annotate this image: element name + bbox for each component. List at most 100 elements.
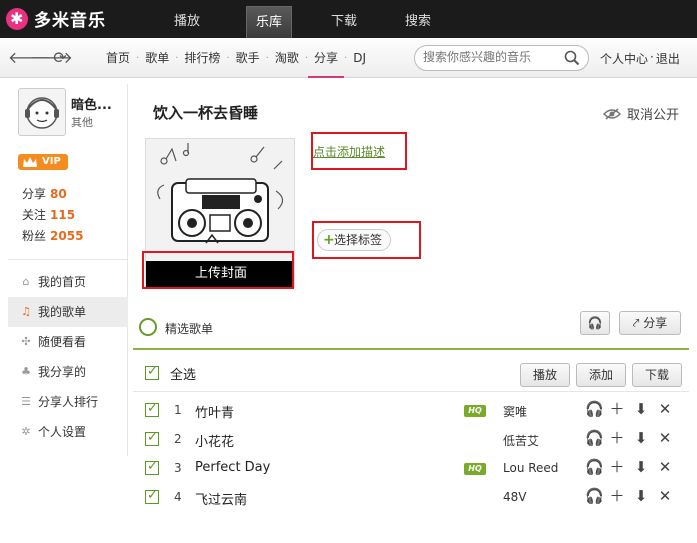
song-number: 3 [174, 461, 182, 475]
table-row[interactable]: 4 飞过云南 48V 🎧 ＋ ⬇ ✕ [133, 483, 689, 512]
song-title[interactable]: 飞过云南 [195, 489, 247, 508]
unpublic-button[interactable]: 取消公开 [602, 104, 679, 123]
sidebar-item-label: 分享人排行 [38, 395, 99, 409]
stat-label: 分享 [22, 187, 47, 201]
nav-link-share[interactable]: 分享 [308, 38, 345, 78]
logout-link[interactable]: 退出 [656, 50, 680, 67]
delete-icon[interactable]: ✕ [657, 429, 673, 447]
tab-play[interactable]: 播放 [160, 6, 214, 38]
song-artist[interactable]: Lou Reed [503, 461, 558, 475]
share-button[interactable]: ⤤ 分享 [619, 311, 681, 335]
song-title[interactable]: Perfect Day [195, 460, 270, 475]
tab-search[interactable]: 搜索 [394, 6, 442, 38]
add-icon[interactable]: ＋ [609, 429, 625, 447]
row-actions: 🎧 ＋ ⬇ ✕ [585, 429, 673, 447]
playlist-title[interactable]: 饮入一杯去昏睡 [153, 102, 258, 123]
sidebar-item-label: 个人设置 [38, 425, 87, 439]
row-checkbox[interactable] [145, 488, 159, 504]
avatar[interactable] [18, 88, 66, 136]
download-icon[interactable]: ⬇ [633, 487, 649, 505]
search-box [414, 45, 589, 71]
main-content: 饮入一杯去昏睡 取消公开 上传封面 点击添加描述 + 选择标签 精选歌单 🎧 ⤤… [133, 84, 689, 524]
sidebar-item-browse[interactable]: ✣ 随便看看 [8, 327, 128, 357]
download-icon[interactable]: ⬇ [633, 400, 649, 418]
crown-icon [23, 157, 37, 167]
download-icon[interactable]: ⬇ [633, 458, 649, 476]
shuffle-icon: ✣ [21, 335, 31, 348]
search-input[interactable] [423, 50, 563, 64]
sidebar-item-my-shares[interactable]: ♣ 我分享的 [8, 357, 128, 387]
download-icon[interactable]: ⬇ [633, 429, 649, 447]
stat-value: 80 [50, 187, 67, 201]
table-row[interactable]: 3 Perfect Day HQ Lou Reed 🎧 ＋ ⬇ ✕ [133, 454, 689, 483]
sidebar-item-home[interactable]: ⌂ 我的首页 [8, 267, 128, 297]
headphones-icon[interactable]: 🎧 [585, 487, 604, 505]
vip-badge: VIP [18, 154, 68, 170]
eye-slash-icon [602, 107, 621, 120]
tab-library[interactable]: 乐库 [246, 6, 292, 38]
nav-links: 首页 · 歌单 · 排行榜 · 歌手 · 淘歌 · 分享 · DJ [100, 38, 372, 78]
headphones-icon[interactable]: 🎧 [585, 429, 604, 447]
stat-fans[interactable]: 粉丝 2055 [22, 226, 83, 247]
arrow-right-icon[interactable]: 🡒 [30, 48, 73, 68]
delete-icon[interactable]: ✕ [657, 458, 673, 476]
table-row[interactable]: 1 竹叶青 HQ 窦唯 🎧 ＋ ⬇ ✕ [133, 396, 689, 425]
headphones-button[interactable]: 🎧 [580, 311, 610, 335]
left-sidebar: 暗色... 其他 VIP 分享 80 关注 115 粉丝 2055 ⌂ 我的首页 ♫ 我的… [8, 84, 128, 456]
add-button[interactable]: 添加 [576, 363, 626, 387]
user-center-link[interactable]: 个人中心 [600, 50, 648, 67]
side-menu: ⌂ 我的首页 ♫ 我的歌单 ✣ 随便看看 ♣ 我分享的 ☰ 分享人排行 ✲ 个人设置 [8, 267, 128, 447]
delete-icon[interactable]: ✕ [657, 400, 673, 418]
song-title[interactable]: 竹叶青 [195, 402, 234, 421]
stat-following[interactable]: 关注 115 [22, 205, 83, 226]
row-checkbox[interactable] [145, 459, 159, 475]
home-icon: ⌂ [22, 275, 30, 288]
add-icon[interactable]: ＋ [609, 487, 625, 505]
arrow-left-icon[interactable]: 🡐 [8, 48, 51, 68]
nav-link-home[interactable]: 首页 [100, 38, 136, 78]
nav-link-discover[interactable]: 淘歌 [269, 38, 305, 78]
tab-download[interactable]: 下载 [320, 6, 368, 38]
nav-link-artists[interactable]: 歌手 [230, 38, 266, 78]
song-list: 1 竹叶青 HQ 窦唯 🎧 ＋ ⬇ ✕ 2 小花花 低苦艾 🎧 ＋ ⬇ ✕ [133, 396, 689, 512]
song-artist[interactable]: 低苦艾 [503, 432, 539, 449]
sidebar-divider [8, 259, 128, 260]
nav-link-dj[interactable]: DJ [347, 38, 372, 78]
nav-link-charts[interactable]: 排行榜 [178, 38, 226, 78]
sidebar-item-my-playlists[interactable]: ♫ 我的歌单 [8, 297, 128, 327]
headphones-icon[interactable]: 🎧 [585, 458, 604, 476]
boombox-cover-image [146, 139, 294, 263]
song-artist[interactable]: 48V [503, 490, 526, 504]
sidebar-item-settings[interactable]: ✲ 个人设置 [8, 417, 128, 447]
row-checkbox[interactable] [145, 430, 159, 446]
user-name[interactable]: 暗色... [71, 94, 112, 113]
sidebar-item-sharer-ranking[interactable]: ☰ 分享人排行 [8, 387, 128, 417]
top-bar: 多米音乐 播放 乐库 下载 搜索 [0, 0, 697, 38]
select-all-label[interactable]: 全选 [170, 364, 196, 383]
add-icon[interactable]: ＋ [609, 458, 625, 476]
refresh-icon[interactable]: ⟳ [52, 48, 68, 68]
row-actions: 🎧 ＋ ⬇ ✕ [585, 487, 673, 505]
stat-label: 粉丝 [22, 229, 47, 243]
hq-badge: HQ [464, 405, 486, 417]
song-title[interactable]: 小花花 [195, 431, 234, 450]
stat-label: 关注 [22, 208, 47, 222]
delete-icon[interactable]: ✕ [657, 487, 673, 505]
vip-label: VIP [42, 156, 61, 167]
add-icon[interactable]: ＋ [609, 400, 625, 418]
song-number: 2 [174, 432, 182, 446]
select-all-checkbox[interactable] [145, 364, 159, 380]
headphones-icon[interactable]: 🎧 [585, 400, 604, 418]
picked-playlist-bar: 精选歌单 🎧 ⤤ 分享 [133, 304, 689, 350]
table-row[interactable]: 2 小花花 低苦艾 🎧 ＋ ⬇ ✕ [133, 425, 689, 454]
sidebar-item-label: 我的首页 [38, 275, 87, 289]
play-button[interactable]: 播放 [520, 363, 570, 387]
song-artist[interactable]: 窦唯 [503, 403, 527, 420]
stat-shares[interactable]: 分享 80 [22, 184, 83, 205]
share-label: 分享 [643, 316, 668, 330]
row-checkbox[interactable] [145, 401, 159, 417]
list-scroll-fade [133, 512, 689, 524]
search-icon[interactable] [564, 50, 580, 66]
nav-link-playlists[interactable]: 歌单 [139, 38, 175, 78]
download-button[interactable]: 下载 [632, 363, 682, 387]
